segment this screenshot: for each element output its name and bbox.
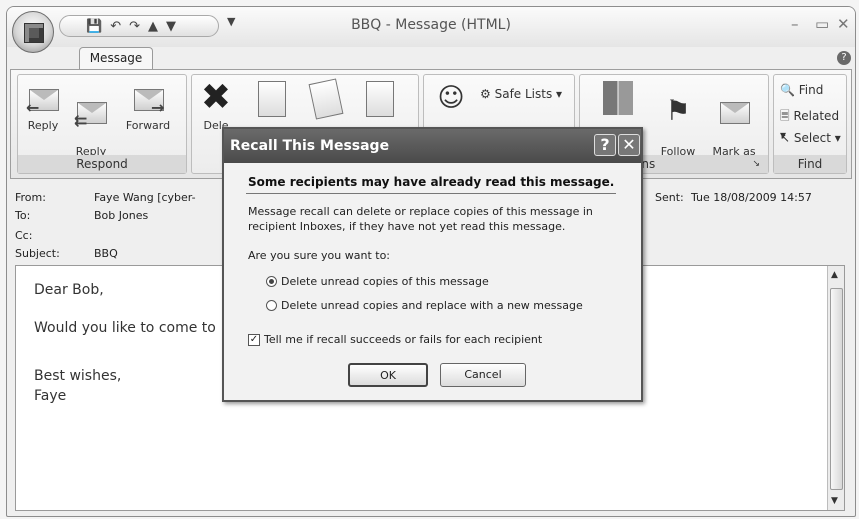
ok-button[interactable]: OK <box>348 363 428 387</box>
other-actions-button[interactable] <box>360 81 400 121</box>
dialog-divider <box>246 193 616 194</box>
dialog-question: Are you sure you want to: <box>248 249 391 262</box>
body-text: Would you like to come to <box>34 320 216 336</box>
ribbon-tab-row: Message ? <box>7 47 855 69</box>
related-icon: 🗏 <box>780 109 790 123</box>
body-closing: Best wishes, <box>34 368 122 384</box>
block-sender-button[interactable]: ☺ <box>434 81 468 119</box>
dialog-launcher-icon[interactable]: ↘ <box>752 155 760 173</box>
dialog-close-icon[interactable]: ✕ <box>618 134 640 156</box>
window-title: BBQ - Message (HTML) <box>351 17 511 33</box>
dialog-description: Message recall can delete or replace cop… <box>248 205 593 233</box>
body-greeting: Dear Bob, <box>34 282 104 298</box>
subject-label: Subject: <box>15 247 60 260</box>
mark-unread-icon <box>717 94 751 128</box>
delete-option-label: Delete unread copies of this message <box>281 275 489 288</box>
checkmark-icon[interactable]: ✓ <box>248 333 260 346</box>
scroll-thumb[interactable] <box>830 288 843 490</box>
create-rule-icon <box>308 78 344 120</box>
reply-all-icon: ⇇ <box>74 94 108 129</box>
select-label: Select ▾ <box>793 131 841 145</box>
respond-group: ← Reply ⇇ Reply to All → Forward Respond <box>17 74 187 174</box>
replace-option-radio[interactable]: Delete unread copies and replace with a … <box>266 299 583 312</box>
radio-unselected-icon[interactable] <box>266 300 277 311</box>
select-button[interactable]: ↖ Select ▾ <box>780 131 841 145</box>
respond-group-label: Respond <box>18 155 186 173</box>
dialog-help-icon[interactable]: ? <box>594 134 616 156</box>
tab-message[interactable]: Message <box>79 47 153 69</box>
replace-option-label: Delete unread copies and replace with a … <box>281 299 583 312</box>
dialog-heading: Some recipients may have already read th… <box>248 175 615 189</box>
find-group-label: Find <box>774 155 846 173</box>
delete-button[interactable]: ✖ Dele <box>196 77 236 133</box>
find-group: 🔍 Find 🗏 Related ▾ ↖ Select ▾ Find <box>773 74 847 174</box>
safe-lists-icon: ⚙ <box>480 87 491 101</box>
maximize-icon[interactable]: ▭ <box>815 15 829 33</box>
find-label: Find <box>798 83 824 97</box>
flag-icon: ⚑ <box>665 94 691 127</box>
dialog-title: Recall This Message <box>230 138 390 154</box>
from-label: From: <box>15 191 46 204</box>
safe-lists-label: Safe Lists ▾ <box>494 87 563 101</box>
reply-icon: ← <box>26 81 60 116</box>
sent-value: Tue 18/08/2009 14:57 <box>691 191 812 204</box>
block-sender-icon: ☺ <box>437 83 465 113</box>
forward-icon: → <box>131 81 165 116</box>
safe-lists-button[interactable]: ⚙ Safe Lists ▾ <box>480 87 562 101</box>
cc-label: Cc: <box>15 229 33 242</box>
create-rule-button[interactable] <box>306 78 346 121</box>
dialog-title-bar: Recall This Message ? ✕ <box>224 129 641 163</box>
other-actions-icon <box>366 81 394 117</box>
tell-me-label: Tell me if recall succeeds or fails for … <box>264 333 543 346</box>
body-signature: Faye <box>34 388 67 404</box>
scroll-up-icon[interactable]: ▲ <box>831 270 838 280</box>
scroll-down-icon[interactable]: ▼ <box>831 496 838 506</box>
forward-button[interactable]: → Forward <box>118 81 178 132</box>
help-icon[interactable]: ? <box>837 51 851 65</box>
reply-label: Reply <box>27 119 59 132</box>
to-label: To: <box>15 209 31 222</box>
categorize-icon <box>603 81 633 115</box>
move-to-folder-icon <box>258 81 286 117</box>
delete-option-radio[interactable]: Delete unread copies of this message <box>266 275 489 288</box>
office-logo-icon <box>24 23 44 43</box>
reply-button[interactable]: ← Reply <box>22 81 64 132</box>
binoculars-icon: 🔍 <box>780 83 795 97</box>
forward-label: Forward <box>125 119 171 132</box>
recall-message-dialog: Recall This Message ? ✕ Some recipients … <box>222 127 643 402</box>
sent-label: Sent: <box>655 191 684 204</box>
minimize-icon[interactable]: – <box>791 15 799 33</box>
categorize-button[interactable] <box>598 81 638 119</box>
title-bar: 💾 ↶ ↷ ▲ ▼ ▼ BBQ - Message (HTML) – ▭ ✕ <box>7 7 855 53</box>
radio-selected-icon[interactable] <box>266 276 277 287</box>
subject-value: BBQ <box>94 247 118 260</box>
to-value[interactable]: Bob Jones <box>94 209 148 222</box>
close-icon[interactable]: ✕ <box>837 15 850 33</box>
from-value[interactable]: Faye Wang [cyber- <box>94 191 196 204</box>
find-button[interactable]: 🔍 Find <box>780 83 823 97</box>
office-button[interactable] <box>12 11 54 53</box>
move-to-folder-button[interactable] <box>252 81 292 121</box>
delete-icon: ✖ <box>200 77 232 118</box>
cancel-button[interactable]: Cancel <box>440 363 526 387</box>
cursor-icon: ↖ <box>780 131 791 145</box>
vertical-scrollbar[interactable]: ▲ ▼ <box>827 266 844 510</box>
tell-me-checkbox[interactable]: ✓ Tell me if recall succeeds or fails fo… <box>248 333 542 346</box>
